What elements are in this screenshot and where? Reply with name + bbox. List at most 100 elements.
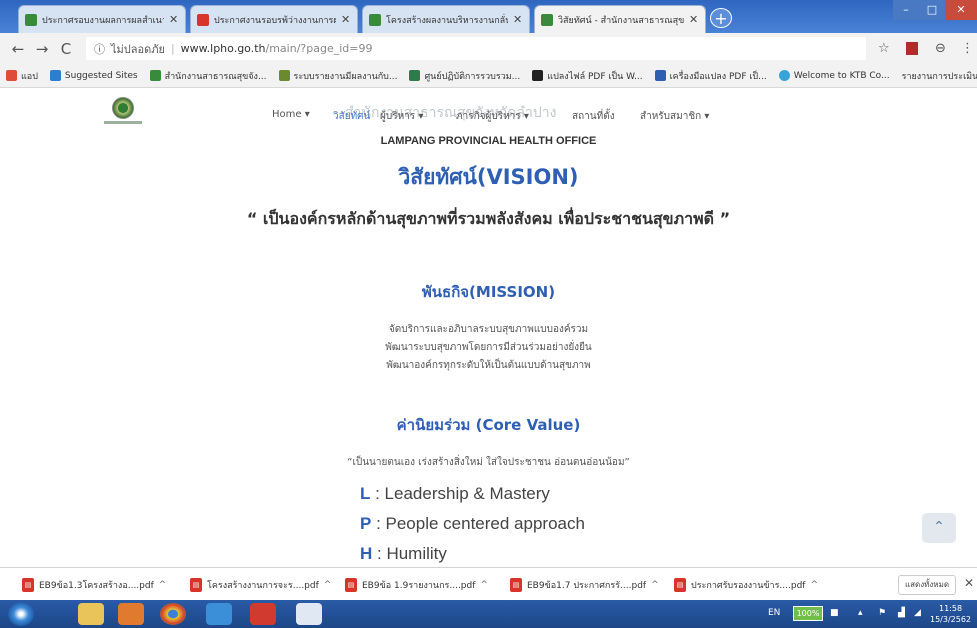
show-all-downloads-button[interactable]: แสดงทั้งหมด [898, 575, 956, 595]
bookmark-pdf-tool[interactable]: เครื่องมือแปลง PDF เป็... [654, 69, 767, 83]
scroll-to-top-button[interactable]: ⌃ [922, 513, 956, 543]
address-bar[interactable]: ⓘ ไม่ปลอดภัย | www.lpho.go.th/main/?page… [86, 37, 866, 60]
bing-icon [49, 70, 61, 81]
tab-title: ประกาศรอบงานผลการผลสำเนาการนี [42, 15, 164, 26]
close-icon[interactable]: ✕ [341, 13, 351, 26]
download-item[interactable]: ▤ โครงสร้างงานการจะร....pdf ^ [190, 575, 331, 595]
pdf-file-icon: ▤ [22, 578, 34, 592]
bookmark-suggested-sites[interactable]: Suggested Sites [49, 70, 138, 81]
nav-members[interactable]: สำหรับสมาชิก ▾ [640, 109, 709, 124]
health-office-favicon-icon [369, 13, 381, 26]
security-label: ไม่ปลอดภัย [111, 42, 165, 56]
health-office-icon [149, 70, 161, 81]
file-explorer-icon[interactable] [78, 603, 104, 625]
core-value-item: L : Leadership & Mastery [360, 484, 550, 504]
logo-caption [104, 121, 142, 124]
nav-executives[interactable]: ผู้บริหาร ▾ [380, 109, 423, 124]
network-icon[interactable]: ▟ [898, 608, 905, 618]
reload-button[interactable]: C [54, 40, 78, 58]
bookmark-health-office[interactable]: สำนักงานสาธารณสุขจัง... [149, 69, 267, 83]
internet-explorer-icon[interactable] [206, 603, 232, 625]
download-item[interactable]: ▤ EB9ข้อ1.7 ประกาศกรรั....pdf ^ [510, 575, 659, 595]
browser-tab-3[interactable]: โครงสร้างผลงานบริหารงานกลั่นการ ✕ [362, 5, 530, 33]
ktb-icon [778, 70, 790, 81]
chevron-up-icon[interactable]: ^ [324, 580, 332, 590]
media-player-icon[interactable] [118, 603, 144, 625]
bookmark-star-icon[interactable]: ☆ [878, 41, 890, 56]
pdf-extension-icon[interactable] [906, 42, 918, 55]
health-office-favicon-icon [25, 13, 37, 26]
maximize-button[interactable]: □ [919, 0, 945, 20]
window-close-button[interactable]: ✕ [945, 0, 977, 20]
site-logo[interactable] [112, 97, 134, 119]
browser-tab-1[interactable]: ประกาศรอบงานผลการผลสำเนาการนี ✕ [18, 5, 186, 33]
close-icon[interactable]: ✕ [689, 13, 699, 26]
system-clock[interactable]: 11:58 15/3/2562 [930, 603, 971, 625]
mission-heading: พันธกิจ(MISSION) [421, 283, 556, 301]
browser-tab-active[interactable]: วิสัยทัศน์ - สำนักงานสาธารณสุขจังหวัด ✕ [534, 5, 706, 33]
battery-indicator[interactable]: 100% [793, 606, 823, 621]
volume-icon[interactable]: ◢ [914, 608, 921, 618]
mission-line: พัฒนาระบบสุขภาพโดยการมีส่วนร่วมอย่างยั่ง… [385, 342, 592, 353]
clock-date: 15/3/2562 [930, 615, 972, 624]
nav-home[interactable]: Home ▾ [272, 109, 310, 120]
start-button[interactable] [8, 602, 34, 626]
chevron-up-icon[interactable]: ^ [651, 580, 659, 590]
browser-menu-icon[interactable]: ⋮ [961, 41, 974, 56]
nav-vision[interactable]: วิสัยทัศน์ [333, 109, 370, 124]
pdf-file-icon: ▤ [510, 578, 522, 592]
vision-statement: “ เป็นองค์กรหลักด้านสุขภาพที่รวมพลังสังค… [246, 209, 731, 228]
document-icon[interactable] [296, 603, 322, 625]
new-tab-button[interactable]: + [710, 8, 732, 28]
browser-tab-2[interactable]: ประกาศงานรอบรพ้ว่างงานการผลงาน ✕ [190, 5, 358, 33]
converter-icon [532, 70, 544, 81]
site-nav: สำนักงานสาธารณสุขจังหวัดลำปาง Home ▾ วิส… [0, 89, 977, 137]
bookmark-pdf-to-word[interactable]: แปลงไฟล์ PDF เป็น W... [532, 69, 643, 83]
language-indicator[interactable]: EN [768, 608, 780, 618]
info-icon[interactable]: ⓘ [94, 41, 105, 57]
chevron-up-icon[interactable]: ^ [480, 580, 488, 590]
tray-flag-icon[interactable]: ■ [830, 608, 839, 618]
bookmark-ktb[interactable]: Welcome to KTB Co... [778, 70, 890, 81]
core-value-heading: ค่านิยมร่วม (Core Value) [396, 416, 581, 434]
chrome-icon[interactable] [160, 603, 186, 625]
core-value-text: : People centered approach [371, 514, 585, 533]
pdf-file-icon: ▤ [190, 578, 202, 592]
bookmark-report-system[interactable]: ระบบรายงานมีผลงานกับ... [278, 69, 397, 83]
close-shelf-button[interactable]: ✕ [964, 576, 974, 590]
acrobat-reader-icon[interactable] [250, 603, 276, 625]
mission-line: จัดบริการและอภิบาลระบบสุขภาพแบบองค์รวม [388, 324, 589, 335]
core-value-letter: H [360, 544, 373, 563]
bookmark-apps[interactable]: แอป [6, 69, 38, 83]
chevron-up-icon[interactable]: ^ [159, 580, 167, 590]
nav-location[interactable]: สถานที่ตั้ง [572, 109, 615, 124]
download-shelf: ▤ EB9ข้อ1.3โครงสร้างอ....pdf ^ ▤ โครงสร้างง… [0, 567, 977, 600]
core-value-text: : Humility [372, 544, 447, 563]
tray-expand-icon[interactable]: ▴ [858, 608, 863, 618]
close-icon[interactable]: ✕ [513, 13, 523, 26]
tab-title: วิสัยทัศน์ - สำนักงานสาธารณสุขจังหวัด [558, 15, 684, 26]
chevron-up-icon[interactable]: ^ [810, 580, 818, 590]
download-item[interactable]: ▤ EB9ข้อ1.3โครงสร้างอ....pdf ^ [22, 575, 166, 595]
nav-executive-duties[interactable]: ภารกิจผู้บริหาร ▾ [456, 109, 529, 124]
pdf-tool-icon [654, 70, 666, 81]
action-center-icon[interactable]: ⚑ [878, 608, 886, 618]
forward-button[interactable]: → [30, 40, 54, 58]
taskbar: EN 100% ■ ▴ ⚑ ▟ ◢ 11:58 15/3/2562 [0, 600, 977, 628]
health-office-favicon-icon [541, 13, 553, 26]
core-value-item: H : Humility [360, 544, 447, 564]
close-icon[interactable]: ✕ [169, 13, 179, 26]
download-item[interactable]: ▤ EB9ข้อ 1.9รายงานกร....pdf ^ [345, 575, 488, 595]
core-value-letter: L [360, 484, 371, 503]
pdf-favicon-icon [197, 13, 209, 26]
bookmark-ops-center[interactable]: ศูนย์ปฏิบัติการรวบรวม... [409, 69, 520, 83]
page-content: สำนักงานสาธารณสุขจังหวัดลำปาง Home ▾ วิส… [0, 89, 977, 567]
minimize-button[interactable]: – [893, 0, 919, 20]
download-item[interactable]: ▤ ประกาศรับรองงานข้าร....pdf ^ [674, 575, 818, 595]
download-filename: EB9ข้อ1.3โครงสร้างอ....pdf [39, 581, 154, 591]
url-path: /main/?page_id=99 [265, 42, 373, 55]
department-name: LAMPANG PROVINCIAL HEALTH OFFICE [380, 135, 597, 147]
bookmark-evaluation-report[interactable]: รายงานการประเมินผล... [902, 69, 977, 83]
profile-icon[interactable]: ⊖ [935, 41, 946, 56]
back-button[interactable]: ← [6, 40, 30, 58]
